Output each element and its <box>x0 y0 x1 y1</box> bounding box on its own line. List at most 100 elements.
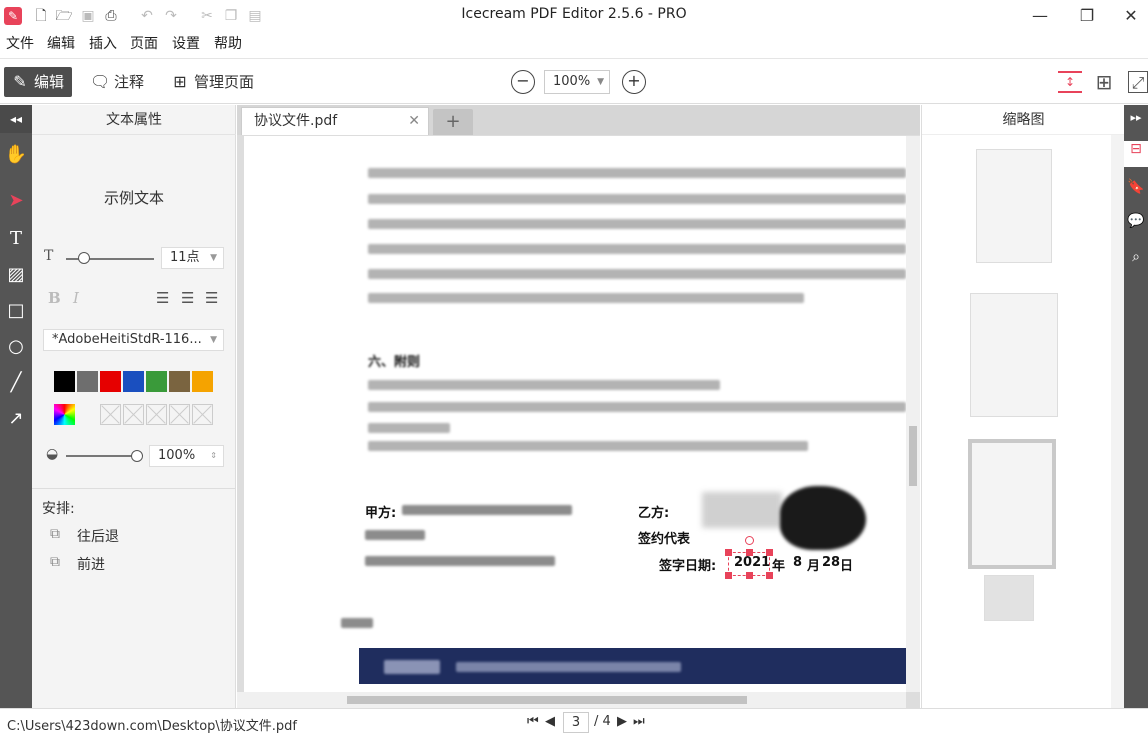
resize-handle[interactable] <box>725 549 732 556</box>
fullscreen-icon[interactable]: ⤢ <box>1128 71 1148 93</box>
opacity-slider-knob[interactable] <box>131 450 143 462</box>
rotate-handle[interactable] <box>745 536 754 545</box>
vertical-scroll-thumb[interactable] <box>909 426 917 486</box>
color-picker-icon[interactable] <box>54 404 75 425</box>
first-page-button[interactable]: ⏮ <box>527 714 539 729</box>
horizontal-scroll-thumb[interactable] <box>347 696 747 704</box>
color-swatch-gray[interactable] <box>77 371 98 392</box>
custom-color-slot[interactable] <box>100 404 121 425</box>
horizontal-scrollbar[interactable] <box>237 692 906 708</box>
zoom-in-button[interactable]: + <box>622 70 646 94</box>
collapse-left-icon[interactable]: ◂◂ <box>0 105 32 133</box>
thumbnails-tab-icon[interactable]: ⊟ <box>1124 141 1148 167</box>
opacity-icon: ◒ <box>46 446 59 462</box>
custom-color-slot[interactable] <box>169 404 190 425</box>
menu-edit[interactable]: 编辑 <box>47 33 75 53</box>
party-b-label: 乙方: <box>638 506 670 521</box>
stepper-icon[interactable]: ⇕ <box>210 446 217 466</box>
vertical-scrollbar[interactable] <box>906 136 920 692</box>
thumbnail-page-1[interactable] <box>976 149 1052 263</box>
font-size-select[interactable]: 11点 ▼ <box>161 247 224 269</box>
maximize-button[interactable]: ❐ <box>1072 4 1102 28</box>
close-tab-icon[interactable]: ✕ <box>408 108 420 134</box>
new-tab-button[interactable]: + <box>433 109 473 135</box>
color-swatch-orange[interactable] <box>192 371 213 392</box>
bold-button[interactable]: B <box>48 289 61 307</box>
rep-b-label: 签约代表 <box>638 532 691 547</box>
thumbnails-scrollbar[interactable] <box>1111 135 1125 708</box>
color-swatch-blue[interactable] <box>123 371 144 392</box>
color-swatch-black[interactable] <box>54 371 75 392</box>
thumbnail-page-3[interactable] <box>968 439 1056 569</box>
date-year[interactable]: 2021 <box>734 555 770 570</box>
resize-handle[interactable] <box>746 572 753 579</box>
custom-color-slot[interactable] <box>123 404 144 425</box>
color-swatch-brown[interactable] <box>169 371 190 392</box>
annotate-mode-button[interactable]: 🗨 注释 <box>84 67 152 97</box>
redacted-footer-text <box>456 662 681 672</box>
custom-color-slot[interactable] <box>146 404 167 425</box>
single-page-view-icon[interactable]: ↕ <box>1058 71 1082 93</box>
rectangle-tool-icon[interactable]: □ <box>0 293 32 329</box>
font-size-slider-knob[interactable] <box>78 252 90 264</box>
menu-bar: 文件 编辑 插入 页面 设置 帮助 <box>0 32 1148 56</box>
manage-pages-button[interactable]: ⊞ 管理页面 <box>164 67 262 97</box>
thumbnail-page-2[interactable] <box>970 293 1058 417</box>
custom-color-slot[interactable] <box>192 404 213 425</box>
align-right-icon[interactable]: ☰ <box>205 289 218 307</box>
redacted-party-b <box>702 492 782 528</box>
ellipse-tool-icon[interactable]: ○ <box>0 329 32 365</box>
zoom-out-button[interactable]: − <box>511 70 535 94</box>
text-properties-panel: 文本属性 示例文本 T 11点 ▼ B I ☰ ☰ ☰ *AdobeHeitiS… <box>32 105 236 708</box>
menu-settings[interactable]: 设置 <box>172 33 200 53</box>
select-tool-icon[interactable]: ➤ <box>0 183 32 219</box>
pdf-page[interactable]: 六、附则 甲方: 乙方: 签约代表 签字日期: 2021 年 8 月 28 日 <box>244 136 906 692</box>
thumbnail-page-4[interactable] <box>984 575 1034 621</box>
comment-icon: 🗨 <box>90 72 111 91</box>
edit-mode-button[interactable]: ✎ 编辑 <box>4 67 73 97</box>
multi-page-view-icon[interactable]: ⊞ <box>1093 71 1115 93</box>
signature-stamp-image[interactable] <box>780 486 866 550</box>
tab-document[interactable]: 协议文件.pdf ✕ <box>241 107 429 135</box>
image-tool-icon[interactable]: ▨ <box>0 257 32 293</box>
opacity-input[interactable]: 100% ⇕ <box>149 445 224 467</box>
redacted-text-line <box>368 244 906 254</box>
collapse-right-icon[interactable]: ▸▸ <box>1124 111 1148 124</box>
font-family-select[interactable]: *AdobeHeitiStdR-116... ▼ <box>43 329 224 351</box>
color-swatch-red[interactable] <box>100 371 121 392</box>
bring-forward-button[interactable]: 前进 <box>77 554 105 574</box>
send-back-button[interactable]: 往后退 <box>77 526 119 546</box>
arrange-label: 安排: <box>42 501 75 517</box>
redacted-party-a <box>402 505 572 515</box>
menu-help[interactable]: 帮助 <box>214 33 242 53</box>
resize-handle[interactable] <box>725 572 732 579</box>
search-icon[interactable]: ⌕ <box>1124 249 1148 265</box>
menu-file[interactable]: 文件 <box>6 33 34 53</box>
menu-page[interactable]: 页面 <box>130 33 158 53</box>
prev-page-button[interactable]: ◀ <box>545 714 555 729</box>
zoom-select[interactable]: 100% ▼ <box>544 70 610 94</box>
color-swatch-green[interactable] <box>146 371 167 392</box>
align-left-icon[interactable]: ☰ <box>156 289 169 307</box>
italic-button[interactable]: I <box>73 289 79 307</box>
pages-grid-icon: ⊞ <box>173 72 187 91</box>
bookmark-icon[interactable]: 🔖 <box>1124 179 1148 195</box>
align-center-icon[interactable]: ☰ <box>181 289 194 307</box>
comments-icon[interactable]: 💬 <box>1124 213 1148 229</box>
opacity-slider[interactable] <box>66 455 138 457</box>
total-pages: / 4 <box>594 714 611 729</box>
minimize-button[interactable]: — <box>1025 4 1055 28</box>
line-tool-icon[interactable]: ╱ <box>0 365 32 401</box>
menu-insert[interactable]: 插入 <box>89 33 117 53</box>
redacted-text-line <box>368 293 804 303</box>
last-page-button[interactable]: ⏭ <box>633 714 645 729</box>
text-tool-icon[interactable]: T <box>0 221 32 257</box>
panel-header: 文本属性 <box>32 105 236 135</box>
next-page-button[interactable]: ▶ <box>617 714 627 729</box>
send-back-icon: ⧉ <box>50 526 60 542</box>
page-number-input[interactable]: 3 <box>563 712 589 733</box>
manage-pages-label: 管理页面 <box>194 73 255 91</box>
close-button[interactable]: ✕ <box>1116 4 1146 28</box>
hand-tool-icon[interactable]: ✋ <box>0 137 32 173</box>
arrow-tool-icon[interactable]: ↗ <box>0 401 32 437</box>
